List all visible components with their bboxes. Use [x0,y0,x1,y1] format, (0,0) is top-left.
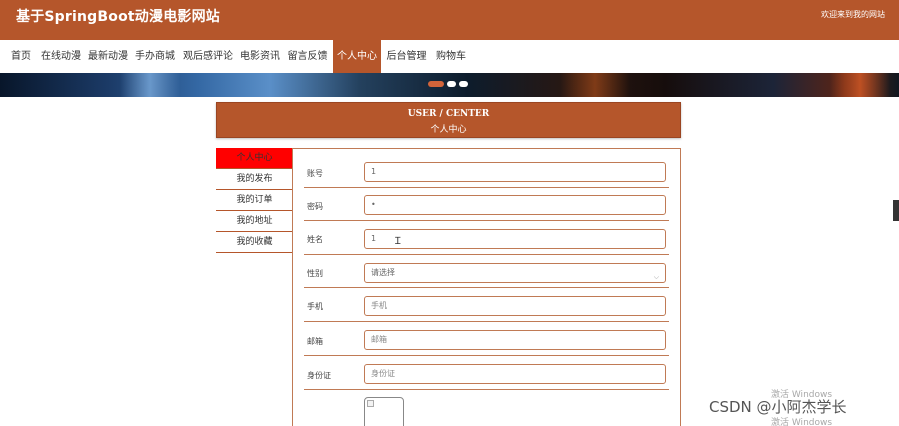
nav-item-home[interactable]: 首页 [6,40,36,73]
gender-select[interactable]: 请选择 ⌵ [364,263,666,283]
side-scroll-handle[interactable] [893,200,899,221]
email-input[interactable]: 邮箱 [364,330,666,350]
phone-input[interactable]: 手机 [364,296,666,316]
nav-item-admin[interactable]: 后台管理 [383,40,430,73]
user-center-title-en: USER / CENTER [407,109,490,119]
row-divider [304,187,669,188]
name-label: 姓名 [307,235,323,244]
user-center-title-cn: 个人中心 [430,125,467,135]
id-card-input[interactable]: 身份证 [364,364,666,384]
carousel-dot-active[interactable] [428,81,444,87]
side-menu-my-orders[interactable]: 我的订单 [216,190,293,211]
password-input[interactable]: • [364,195,666,215]
password-label: 密码 [307,202,323,211]
row-divider [304,254,669,255]
row-divider [304,321,669,322]
banner-light-streak [830,73,890,97]
main-nav: 首页 在线动漫 最新动漫 手办商城 观后感评论 电影资讯 留言反馈 个人中心 后… [0,40,899,73]
banner-light-streak [560,73,630,97]
nav-item-feedback[interactable]: 留言反馈 [284,40,331,73]
gender-select-value: 请选择 [371,268,395,277]
row-divider [304,389,669,390]
nav-item-figure-shop[interactable]: 手办商城 [132,40,178,73]
carousel-dot[interactable] [447,81,456,87]
welcome-text: 欢迎来到我的网站 [821,10,885,19]
csdn-watermark: CSDN @小阿杰学长 [709,398,847,416]
row-divider [304,287,669,288]
side-menu-my-posts[interactable]: 我的发布 [216,169,293,190]
account-input[interactable]: 1 [364,162,666,182]
nav-item-user-center[interactable]: 个人中心 [333,40,381,73]
row-divider [304,220,669,221]
nav-item-movie-news[interactable]: 电影资讯 [237,40,283,73]
nav-item-cart[interactable]: 购物车 [431,40,471,73]
avatar-upload[interactable] [364,397,404,426]
nav-item-online-anime[interactable]: 在线动漫 [38,40,84,73]
nav-item-latest-anime[interactable]: 最新动漫 [85,40,131,73]
chevron-down-icon: ⌵ [653,273,659,281]
id-card-label: 身份证 [307,371,331,380]
site-header: 基于SpringBoot动漫电影网站 欢迎来到我的网站 [0,0,899,40]
activate-windows-text: 激活 Windows [771,418,833,426]
account-label: 账号 [307,169,323,178]
banner-carousel [0,73,899,97]
phone-label: 手机 [307,302,323,311]
gender-label: 性别 [307,269,323,278]
email-label: 邮箱 [307,337,323,346]
name-input[interactable]: 1 [364,229,666,249]
side-menu-my-favorites[interactable]: 我的收藏 [216,232,293,253]
side-menu-user-center[interactable]: 个人中心 [216,148,293,169]
side-menu-my-address[interactable]: 我的地址 [216,211,293,232]
user-center-header: USER / CENTER 个人中心 [216,102,681,138]
carousel-dot[interactable] [459,81,468,87]
text-cursor-icon: Ɪ [395,236,401,247]
banner-light-streak [120,73,180,97]
row-divider [304,355,669,356]
broken-image-icon [367,400,374,407]
site-title: 基于SpringBoot动漫电影网站 [16,9,220,25]
nav-item-reviews[interactable]: 观后感评论 [180,40,236,73]
